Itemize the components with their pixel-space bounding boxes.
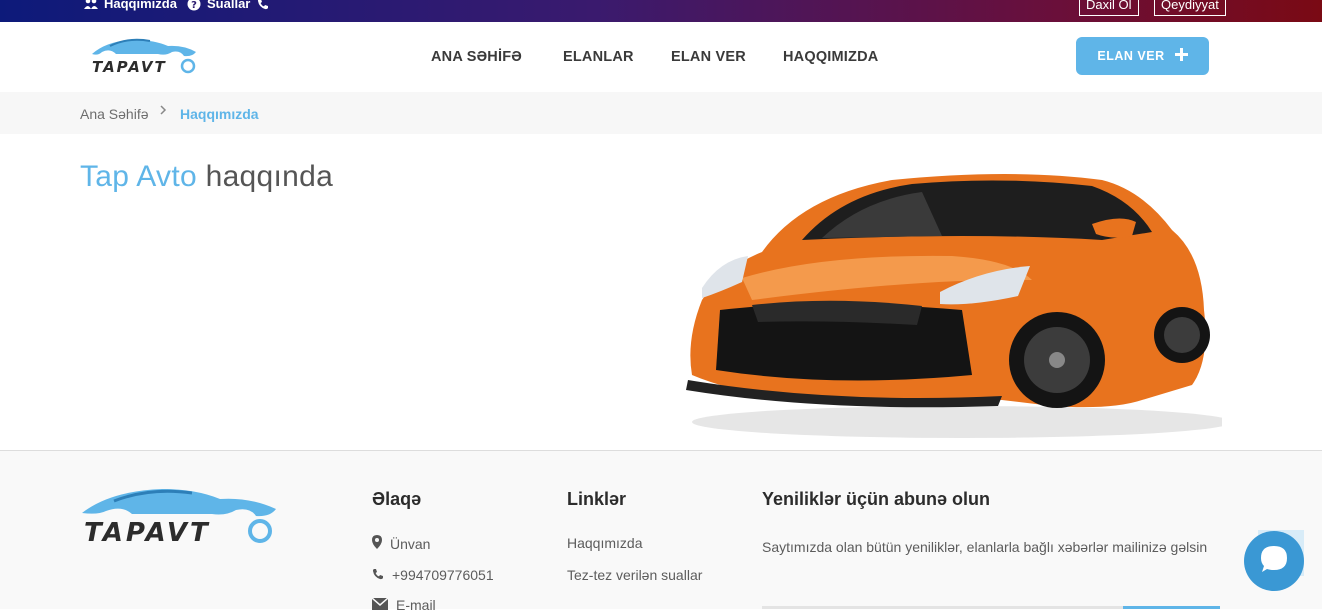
breadcrumb-home[interactable]: Ana Səhifə bbox=[80, 106, 149, 122]
page-title: Tap Avto haqqında bbox=[80, 160, 333, 194]
breadcrumb-current: Haqqımızda bbox=[180, 106, 259, 122]
page-title-rest: haqqında bbox=[205, 160, 334, 193]
envelope-icon bbox=[371, 597, 389, 613]
svg-text:TAPAVT: TAPAVT bbox=[92, 58, 167, 76]
footer-subscribe-text: Saytımızda olan bütün yeniliklər, elanla… bbox=[762, 539, 1208, 555]
svg-text:?: ? bbox=[191, 0, 197, 11]
car-image bbox=[672, 160, 1232, 445]
chevron-right-icon bbox=[159, 104, 167, 119]
footer-link-about[interactable]: Haqqımızda bbox=[567, 535, 642, 551]
topbar-about-link[interactable]: Haqqımızda bbox=[84, 0, 177, 11]
footer-address-label: Ünvan bbox=[390, 535, 431, 552]
map-marker-icon bbox=[372, 535, 382, 552]
nav-home[interactable]: ANA SƏHİFƏ bbox=[431, 49, 522, 65]
post-ad-button-label: ELAN VER bbox=[1097, 49, 1165, 63]
register-button[interactable]: Qeydiyyat bbox=[1154, 0, 1226, 16]
footer-logo[interactable]: TAPAVT bbox=[80, 483, 280, 553]
topbar-faq-label: Suallar bbox=[207, 0, 251, 11]
footer-links-heading: Linklər bbox=[567, 489, 627, 509]
topbar-faq-link[interactable]: ? Suallar bbox=[187, 0, 270, 11]
footer-contact-heading: Əlaqə bbox=[372, 489, 422, 509]
nav-listings[interactable]: ELANLAR bbox=[563, 49, 634, 65]
site-logo[interactable]: TAPAVT bbox=[88, 32, 200, 78]
users-icon bbox=[84, 0, 98, 11]
nav-about[interactable]: HAQQIMIZDA bbox=[783, 49, 878, 65]
top-bar: Haqqımızda ? Suallar Daxil Ol Qeydiyyat bbox=[0, 0, 1322, 22]
plus-icon bbox=[1174, 48, 1188, 64]
chat-bubble-icon bbox=[1258, 543, 1290, 580]
post-ad-button[interactable]: ELAN VER bbox=[1076, 37, 1209, 75]
nav-post-ad[interactable]: ELAN VER bbox=[671, 49, 746, 65]
chat-widget-button[interactable] bbox=[1244, 531, 1304, 591]
phone-icon bbox=[256, 0, 270, 11]
main-nav: TAPAVT ANA SƏHİFƏ ELANLAR ELAN VER HAQQI… bbox=[0, 22, 1322, 92]
login-button[interactable]: Daxil Ol bbox=[1079, 0, 1139, 16]
footer-link-faq[interactable]: Tez-tez verilən suallar bbox=[567, 567, 702, 583]
footer-subscribe-heading: Yeniliklər üçün abunə olun bbox=[762, 489, 991, 509]
page-title-highlight: Tap Avto bbox=[80, 160, 197, 193]
footer-email[interactable]: E-mail bbox=[371, 597, 436, 613]
phone-icon bbox=[372, 567, 384, 583]
footer-phone-number: +994709776051 bbox=[392, 567, 494, 583]
footer: TAPAVT Əlaqə Ünvan +994709776051 E-mail … bbox=[0, 451, 1322, 613]
svg-text:TAPAVT: TAPAVT bbox=[84, 518, 211, 548]
question-circle-icon: ? bbox=[187, 0, 201, 11]
breadcrumb: Ana Səhifə Haqqımızda bbox=[0, 92, 1322, 134]
footer-phone[interactable]: +994709776051 bbox=[372, 567, 494, 583]
topbar-about-label: Haqqımızda bbox=[104, 0, 177, 11]
footer-address: Ünvan bbox=[372, 535, 430, 552]
footer-email-label: E-mail bbox=[396, 597, 436, 613]
